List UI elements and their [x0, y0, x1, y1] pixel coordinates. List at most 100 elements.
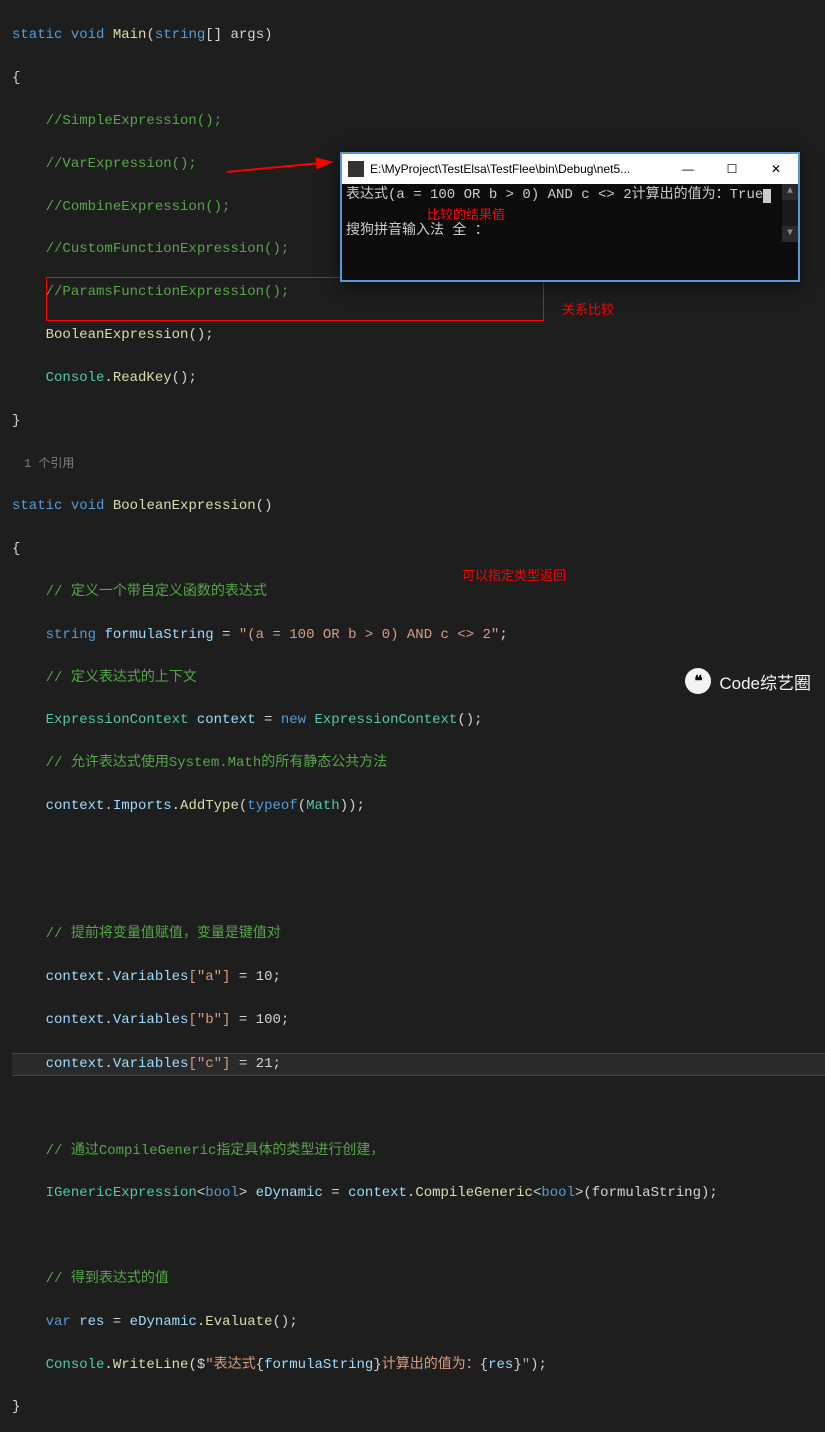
method-evaluate: Evaluate — [205, 1314, 272, 1330]
tail-eval: (); — [273, 1314, 298, 1330]
wechat-icon: ❝ — [685, 668, 711, 694]
console-icon — [348, 161, 364, 177]
kw-new: new — [281, 712, 306, 728]
call-tail2: (); — [172, 370, 197, 386]
var-res: res — [79, 1314, 104, 1330]
var-res2: res — [488, 1357, 513, 1373]
brace-close: } — [12, 413, 20, 429]
annotation-relation: 关系比较 — [562, 299, 614, 318]
kw-bool2: bool — [541, 1185, 575, 1201]
annotation-result: 比较的结果值 — [427, 204, 505, 223]
semi1: ; — [499, 627, 507, 643]
brace-open: { — [12, 70, 20, 86]
var-ctx4: context — [46, 1012, 105, 1028]
scroll-down-icon[interactable]: ▼ — [782, 226, 798, 242]
scroll-up-icon[interactable]: ▲ — [782, 184, 798, 200]
prop-vars: Variables — [113, 969, 189, 985]
eq3: = — [323, 1185, 348, 1201]
comment-combine: //CombineExpression(); — [46, 199, 231, 215]
console-scrollbar[interactable]: ▲ ▼ — [782, 184, 798, 242]
brace-open2: { — [12, 541, 20, 557]
call-tail: (); — [188, 327, 213, 343]
comment-compile: // 通过CompileGeneric指定具体的类型进行创建， — [46, 1143, 385, 1159]
method-readkey: ReadKey — [113, 370, 172, 386]
comment-simple: //SimpleExpression(); — [46, 113, 222, 129]
kw-static2: static — [12, 498, 62, 514]
tail-cg: >(formulaString); — [575, 1185, 718, 1201]
method-addtype: AddType — [180, 798, 239, 814]
prop-vars2: Variables — [113, 1012, 189, 1028]
val-a: = 10; — [230, 969, 280, 985]
var-ctx3: context — [46, 969, 105, 985]
var-ctx5: context — [46, 1056, 105, 1072]
var-ctx6: context — [348, 1185, 407, 1201]
brace-close2: } — [12, 1399, 20, 1415]
idx-c: ["c"] — [188, 1056, 230, 1072]
comment-imports: // 允许表达式使用System.Math的所有静态公共方法 — [46, 755, 388, 771]
kw-var: var — [46, 1314, 71, 1330]
minimize-button[interactable]: — — [666, 154, 710, 184]
call-booleanexpression: BooleanExpression — [46, 327, 189, 343]
method-main: Main — [113, 27, 147, 43]
string-formula: "(a = 100 OR b > 0) AND c <> 2" — [239, 627, 499, 643]
idx-b: ["b"] — [188, 1012, 230, 1028]
reference-count[interactable]: 1 个引用 — [12, 454, 825, 475]
interp3: " — [522, 1357, 530, 1373]
ctor-tail: (); — [457, 712, 482, 728]
dollar: ($ — [188, 1357, 205, 1373]
prop-vars3: Variables — [113, 1056, 189, 1072]
console-titlebar[interactable]: E:\MyProject\TestElsa\TestFlee\bin\Debug… — [342, 154, 798, 184]
keyword-void: void — [71, 27, 105, 43]
comment-define-expr: // 定义一个带自定义函数的表达式 — [46, 584, 267, 600]
val-c: = 21; — [230, 1056, 280, 1072]
be-tail: () — [256, 498, 273, 514]
params: [] args) — [205, 27, 272, 43]
kw-void2: void — [71, 498, 105, 514]
close-button[interactable]: ✕ — [754, 154, 798, 184]
type-console: Console — [46, 370, 105, 386]
var-formula: formulaString — [104, 627, 213, 643]
type-console2: Console — [46, 1357, 105, 1373]
comment-vars: // 提前将变量值赋值，变量是键值对 — [46, 926, 281, 942]
kw-bool: bool — [205, 1185, 239, 1201]
comment-getval: // 得到表达式的值 — [46, 1271, 169, 1287]
eq2: = — [256, 712, 281, 728]
idx-a: ["a"] — [188, 969, 230, 985]
method-booleanexpression: BooleanExpression — [113, 498, 256, 514]
type-exprctx: ExpressionContext — [46, 712, 189, 728]
console-line1: 表达式(a = 100 OR b > 0) AND c <> 2计算出的值为：T… — [346, 186, 794, 204]
var-edynamic: eDynamic — [256, 1185, 323, 1201]
comment-params: //ParamsFunctionExpression(); — [46, 284, 290, 300]
watermark-text: Code综艺圈 — [719, 669, 811, 694]
console-line2: 搜狗拼音输入法 全 ： — [346, 222, 794, 240]
val-b: = 100; — [230, 1012, 289, 1028]
var-ctx2: context — [46, 798, 105, 814]
console-title-text: E:\MyProject\TestElsa\TestFlee\bin\Debug… — [370, 162, 666, 176]
eq4: = — [104, 1314, 129, 1330]
comment-var: //VarExpression(); — [46, 156, 197, 172]
interp2: 计算出的值为： — [382, 1357, 480, 1373]
interp1: "表达式 — [205, 1357, 255, 1373]
annotation-typed-return: 可以指定类型返回 — [462, 565, 566, 584]
console-window[interactable]: E:\MyProject\TestElsa\TestFlee\bin\Debug… — [340, 152, 800, 282]
method-writeline: WriteLine — [113, 1357, 189, 1373]
eq1: = — [214, 627, 239, 643]
var-context: context — [197, 712, 256, 728]
keyword-string: string — [155, 27, 205, 43]
method-compile: CompileGeneric — [415, 1185, 533, 1201]
maximize-button[interactable]: ☐ — [710, 154, 754, 184]
console-output[interactable]: 表达式(a = 100 OR b > 0) AND c <> 2计算出的值为：T… — [342, 184, 798, 242]
close-paren: ); — [530, 1357, 547, 1373]
paren-tail: )); — [340, 798, 365, 814]
type-exprctx2: ExpressionContext — [315, 712, 458, 728]
var-edyn2: eDynamic — [130, 1314, 197, 1330]
comment-define-ctx: // 定义表达式的上下文 — [46, 670, 197, 686]
prop-imports: Imports — [113, 798, 172, 814]
type-igeneric: IGenericExpression — [46, 1185, 197, 1201]
kw-string2: string — [46, 627, 96, 643]
kw-typeof: typeof — [247, 798, 297, 814]
type-math: Math — [306, 798, 340, 814]
keyword-static: static — [12, 27, 62, 43]
watermark: ❝ Code综艺圈 — [685, 668, 811, 694]
comment-custom: //CustomFunctionExpression(); — [46, 241, 290, 257]
